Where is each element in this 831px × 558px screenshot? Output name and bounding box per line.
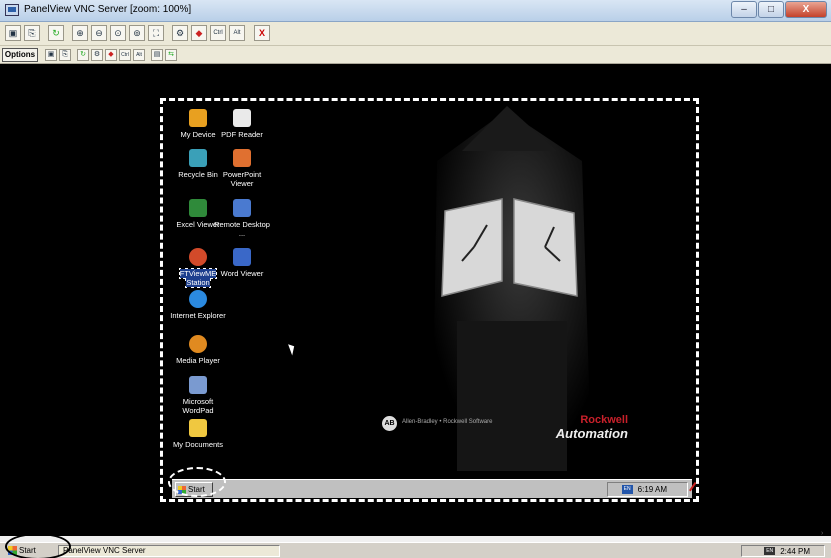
- desktop-icon-powerpoint-viewer[interactable]: PowerPoint Viewer: [214, 149, 270, 188]
- zoom-in-icon[interactable]: ⊕: [72, 25, 88, 41]
- word-icon: [233, 248, 251, 266]
- copy-icon[interactable]: ⎘: [24, 25, 40, 41]
- ctrl-key-icon[interactable]: Ctrl: [119, 49, 131, 61]
- desktop-icon-pdf-reader[interactable]: PDF Reader: [214, 109, 270, 139]
- host-taskbar: Start PanelView VNC Server EN 2:44 PM: [0, 542, 831, 558]
- transfer-icon[interactable]: ⇆: [165, 49, 177, 61]
- media-player-icon: [189, 335, 207, 353]
- pdf-icon: [233, 109, 251, 127]
- desktop-icon-media-player[interactable]: Media Player: [170, 335, 226, 365]
- allen-bradley-logo: AB: [382, 416, 397, 431]
- window-title: PanelView VNC Server [zoom: 100%]: [24, 4, 192, 15]
- clipboard-icon[interactable]: ▤: [151, 49, 163, 61]
- excel-icon: [189, 199, 207, 217]
- ctrl-alt-del-icon[interactable]: ⚙: [172, 25, 188, 41]
- window-controls: – □ X: [730, 1, 827, 18]
- ctrl-esc-icon[interactable]: ◆: [105, 49, 117, 61]
- inner-clock[interactable]: 6:19 AM: [638, 485, 667, 494]
- rockwell-wordmark: Rockwell: [580, 414, 628, 426]
- alt-key-icon[interactable]: Alt: [229, 25, 245, 41]
- alt-key-icon[interactable]: Alt: [133, 49, 145, 61]
- save-icon[interactable]: ▣: [5, 25, 21, 41]
- desktop-icon-remote-desktop[interactable]: Remote Desktop ...: [214, 199, 270, 238]
- language-indicator[interactable]: EN: [621, 485, 633, 494]
- scroll-arrow-icon[interactable]: ›: [821, 530, 831, 538]
- refresh-icon[interactable]: ↻: [48, 25, 64, 41]
- ctrl-esc-icon[interactable]: ◆: [191, 25, 207, 41]
- host-clock[interactable]: 2:44 PM: [780, 547, 810, 556]
- minimize-button[interactable]: –: [731, 1, 757, 18]
- desktop-icon-word-viewer[interactable]: Word Viewer: [214, 248, 270, 278]
- host-system-tray: EN 2:44 PM: [741, 545, 825, 557]
- wordpad-icon: [189, 376, 207, 394]
- ctrl-key-icon[interactable]: Ctrl: [210, 25, 226, 41]
- powerpoint-icon: [233, 149, 251, 167]
- inner-system-tray: EN 6:19 AM: [606, 482, 697, 497]
- panelview-desktop[interactable]: My Device PDF Reader Recycle Bin PowerPo…: [162, 101, 697, 503]
- window-title-bar[interactable]: PanelView VNC Server [zoom: 100%] – □ X: [0, 0, 831, 22]
- remote-desktop-icon: [233, 199, 251, 217]
- maximize-button[interactable]: □: [758, 1, 784, 18]
- save-icon[interactable]: ▣: [45, 49, 57, 61]
- zoom-fit-icon[interactable]: ⊚: [129, 25, 145, 41]
- desktop-icon-my-documents[interactable]: My Documents: [170, 419, 226, 449]
- fullscreen-icon[interactable]: ⛶: [148, 25, 164, 41]
- copy-icon[interactable]: ⎘: [59, 49, 71, 61]
- automation-wordmark: Automation: [555, 426, 628, 441]
- disconnect-icon[interactable]: X: [254, 25, 270, 41]
- taskbar-item-vnc[interactable]: PanelView VNC Server: [58, 545, 280, 557]
- refresh-icon[interactable]: ↻: [77, 49, 89, 61]
- ftview-icon: [189, 248, 207, 266]
- host-language-indicator[interactable]: EN: [764, 547, 776, 555]
- ctrl-alt-del-icon[interactable]: ⚙: [91, 49, 103, 61]
- remote-viewport[interactable]: My Device PDF Reader Recycle Bin PowerPo…: [0, 64, 831, 536]
- secondary-toolbar: Options ▣ ⎘ ↻ ⚙ ◆ Ctrl Alt ▤ ⇆: [0, 46, 831, 64]
- options-button[interactable]: Options: [2, 48, 38, 62]
- folder-icon: [189, 419, 207, 437]
- desktop-icon-internet-explorer[interactable]: Internet Explorer: [170, 290, 226, 320]
- main-toolbar: ▣ ⎘ ↻ ⊕ ⊖ ⊙ ⊚ ⛶ ⚙ ◆ Ctrl Alt X: [0, 22, 831, 46]
- inner-start-button[interactable]: Start: [175, 482, 213, 497]
- allen-bradley-text: Allen-Bradley • Rockwell Software: [402, 419, 493, 425]
- host-start-button[interactable]: Start: [8, 545, 36, 556]
- device-icon: [189, 109, 207, 127]
- internet-explorer-icon: [189, 290, 207, 308]
- desktop-icon-wordpad[interactable]: Microsoft WordPad: [170, 376, 226, 415]
- vnc-app-icon: [5, 4, 19, 16]
- inner-taskbar: Start EN 6:19 AM: [172, 479, 697, 498]
- zoom-100-icon[interactable]: ⊙: [110, 25, 126, 41]
- recycle-bin-icon: [189, 149, 207, 167]
- close-button[interactable]: X: [785, 1, 827, 18]
- zoom-out-icon[interactable]: ⊖: [91, 25, 107, 41]
